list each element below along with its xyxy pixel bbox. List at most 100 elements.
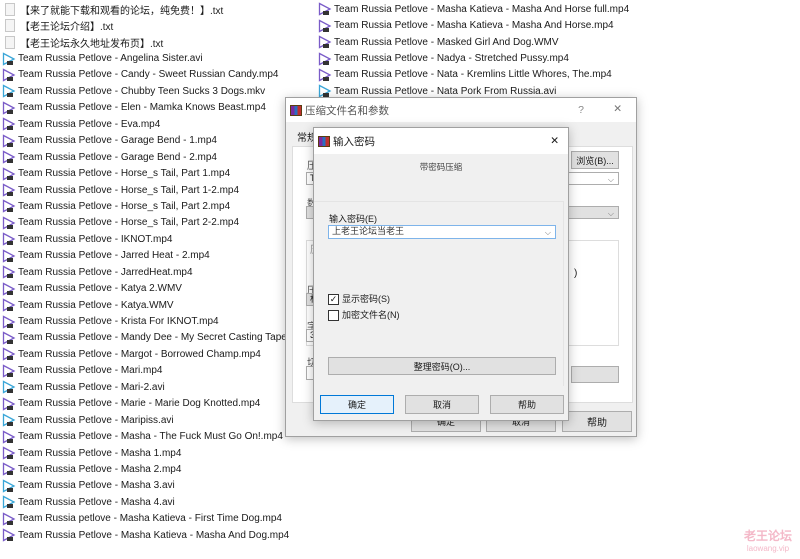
enter-password-dialog: 输入密码 ✕ 带密码压缩 输入密码(E) 上老王论坛当老王 ⌵ ✓ 显示密码(S) … [313,127,569,421]
file-name: Team Russia Petlove - Masha 1.mp4 [18,447,182,459]
file-item[interactable]: Team Russia Petlove - Masked Girl And Do… [318,34,629,50]
file-item[interactable]: Team Russia Petlove - Eva.mp4 [2,116,289,132]
close-icon[interactable]: ✕ [550,135,559,147]
file-name: Team Russia Petlove - Horse_s Tail, Part… [18,184,240,196]
file-item[interactable]: Team Russia Petlove - Marie - Marie Dog … [2,396,289,412]
file-item[interactable]: Team Russia Petlove - Masha 2.mp4 [2,461,289,477]
video-file-icon [2,462,16,477]
file-name: Team Russia Petlove - Candy - Sweet Russ… [18,69,279,81]
file-name: Team Russia Petlove - Maripiss.avi [18,414,174,426]
video-file-icon [2,167,16,181]
file-item[interactable]: Team Russia Petlove - Mandy Dee - My Sec… [2,330,289,346]
video-file-icon [2,232,16,246]
file-name: Team Russia Petlove - Mandy Dee - My Sec… [18,332,287,344]
file-item[interactable]: 【来了就能下载和观看的论坛，纯免费！】.txt [2,1,289,17]
file-item[interactable]: Team Russia Petlove - Katya.WMV [2,297,289,313]
video-file-icon [2,199,16,214]
file-name: Team Russia Petlove - Eva.mp4 [18,118,161,130]
file-item[interactable]: Team Russia Petlove - Angelina Sister.av… [2,50,289,66]
checkbox-unchecked-icon [328,310,339,322]
video-file-icon [2,84,16,98]
file-name: Team Russia Petlove - Masha 4.avi [18,496,175,508]
file-name: Team Russia Petlove - Nata - Kremlins Li… [334,69,612,81]
text-file-icon [5,2,15,16]
file-item[interactable]: Team Russia Petlove - Horse_s Tail, Part… [2,165,289,181]
file-item[interactable]: Team Russia Petlove - Maripiss.avi [2,412,289,428]
help-icon[interactable]: ? [578,104,584,116]
file-item[interactable]: Team Russia Petlove - Candy - Sweet Russ… [2,67,289,83]
file-item[interactable]: Team Russia Petlove - JarredHeat.mp4 [2,264,289,280]
file-item[interactable]: Team Russia Petlove - Masha 3.avi [2,478,289,494]
file-name: Team Russia Petlove - Horse_s Tail, Part… [18,217,240,229]
video-file-icon [2,249,16,263]
file-item[interactable]: Team Russia Petlove - Masha Katieva - Ma… [318,1,629,17]
video-file-icon [2,446,16,460]
file-name: Team Russia Petlove - Garage Bend - 2.mp… [18,151,217,163]
file-item[interactable]: Team Russia Petlove - Katya 2.WMV [2,280,289,296]
file-name: Team Russia Petlove - Krista For IKNOT.m… [18,316,219,328]
password-label: 输入密码(E) [329,214,377,224]
file-name: Team Russia Petlove - Masha Katieva - Ma… [18,529,290,541]
file-item[interactable]: Team Russia Petlove - Mari.mp4 [2,363,289,379]
title-bar: 输入密码 ✕ [314,128,568,154]
file-item[interactable]: Team Russia Petlove - Masha 1.mp4 [2,445,289,461]
file-item[interactable]: Team Russia Petlove - Elen - Mamka Knows… [2,100,289,116]
video-file-icon [2,51,16,66]
file-name: Team Russia Petlove - Margot - Borrowed … [18,348,261,360]
file-name: Team Russia Petlove - Katya.WMV [18,299,174,311]
video-file-icon [318,51,332,66]
video-file-icon [318,35,332,49]
file-name: Team Russia Petlove - Mari.mp4 [18,365,163,377]
help-button[interactable]: 帮助 [562,411,632,432]
file-item[interactable]: 【老王论坛介绍】.txt [2,17,289,33]
file-item[interactable]: Team Russia Petlove - Horse_s Tail, Part… [2,198,289,214]
video-file-icon [2,331,16,345]
winrar-icon [318,135,330,147]
file-item[interactable]: Team Russia Petlove - Krista For IKNOT.m… [2,313,289,329]
file-item[interactable]: Team Russia Petlove - Chubby Teen Sucks … [2,83,289,99]
file-item[interactable]: Team Russia Petlove - Mari-2.avi [2,379,289,395]
encrypt-filenames-checkbox[interactable]: 加密文件名(N) [328,308,400,322]
file-name: Team Russia Petlove - IKNOT.mp4 [18,233,173,245]
file-name: Team Russia Petlove - JarredHeat.mp4 [18,266,193,278]
file-item[interactable]: Team Russia Petlove - Garage Bend - 1.mp… [2,133,289,149]
file-name: Team Russia Petlove - Horse_s Tail, Part… [18,200,231,212]
close-icon[interactable]: ✕ [613,103,622,115]
password-input[interactable]: 上老王论坛当老王 ⌵ [328,225,556,239]
file-name: Team Russia Petlove - Chubby Teen Sucks … [18,85,266,97]
file-item[interactable]: Team Russia Petlove - Margot - Borrowed … [2,346,289,362]
set-password-button[interactable] [571,366,619,383]
file-item[interactable]: Team Russia Petlove - IKNOT.mp4 [2,231,289,247]
file-item[interactable]: Team Russia Petlove - Garage Bend - 2.mp… [2,149,289,165]
video-file-icon [2,364,16,378]
file-item[interactable]: Team Russia Petlove - Masha 4.avi [2,494,289,510]
video-file-icon [2,314,16,329]
file-item[interactable]: Team Russia petlove - Masha Katieva - Fi… [2,511,289,527]
file-name: Team Russia Petlove - Masha - The Fuck M… [18,431,283,443]
video-file-icon [318,19,332,33]
title-bar: 压缩文件名和参数 ? ✕ [286,98,636,122]
file-item[interactable]: Team Russia Petlove - Horse_s Tail, Part… [2,182,289,198]
ok-button[interactable]: 确定 [320,395,394,414]
file-name: Team Russia petlove - Masha Katieva - Fi… [18,513,282,525]
file-item[interactable]: Team Russia Petlove - Jarred Heat - 2.mp… [2,248,289,264]
organize-passwords-button[interactable]: 整理密码(O)... [328,357,556,375]
show-password-checkbox[interactable]: ✓ 显示密码(S) [328,292,390,306]
file-item[interactable]: Team Russia Petlove - Nata - Kremlins Li… [318,67,629,83]
cancel-button[interactable]: 取消 [405,395,479,414]
video-file-icon [2,528,16,542]
file-item[interactable]: Team Russia Petlove - Masha - The Fuck M… [2,428,289,444]
watermark: 老王论坛 laowang.vip [743,529,792,553]
help-button[interactable]: 帮助 [490,395,564,414]
file-item[interactable]: Team Russia Petlove - Masha Katieva - Ma… [318,17,629,33]
file-item[interactable]: Team Russia Petlove - Horse_s Tail, Part… [2,215,289,231]
file-item[interactable]: Team Russia Petlove - Masha Katieva - Ma… [2,527,289,543]
video-file-icon [318,68,332,82]
text-file-icon [5,19,15,33]
file-item[interactable]: Team Russia Petlove - Nadya - Stretched … [318,50,629,66]
video-file-icon [2,347,16,361]
file-name: Team Russia Petlove - Horse_s Tail, Part… [18,168,231,180]
browse-button[interactable]: 浏览(B)... [571,151,619,169]
file-item[interactable]: 【老王论坛永久地址发布页】.txt [2,34,289,50]
video-file-icon [2,397,16,411]
